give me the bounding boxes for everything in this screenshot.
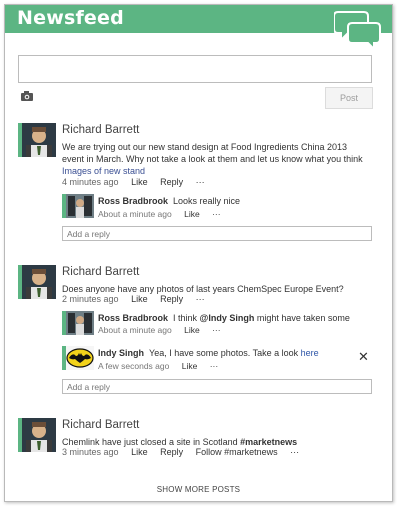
reply-button[interactable]: Reply bbox=[160, 294, 183, 304]
more-options-icon[interactable]: ··· bbox=[212, 325, 221, 335]
comment-text: Ross Bradbrook I think @Indy Singh might… bbox=[98, 313, 350, 323]
post-timestamp: 2 minutes ago bbox=[62, 294, 119, 304]
comment-timestamp: A few seconds ago bbox=[98, 361, 170, 371]
chat-bubbles-icon bbox=[334, 11, 381, 51]
like-button[interactable]: Like bbox=[131, 294, 148, 304]
page-title: Newsfeed bbox=[17, 7, 124, 29]
like-button[interactable]: Like bbox=[131, 177, 148, 187]
post-meta: 2 minutes ago Like Reply ··· bbox=[62, 294, 215, 304]
avatar[interactable] bbox=[62, 346, 94, 370]
post-timestamp: 4 minutes ago bbox=[62, 177, 119, 187]
person-avatar-icon bbox=[66, 194, 94, 218]
reply-input[interactable]: Add a reply bbox=[62, 379, 372, 394]
like-button[interactable]: Like bbox=[131, 447, 148, 457]
batman-logo-icon bbox=[66, 346, 94, 370]
person-avatar-icon bbox=[66, 311, 94, 335]
post-composer-input[interactable] bbox=[18, 55, 372, 83]
avatar[interactable] bbox=[62, 194, 94, 218]
comment-meta: About a minute ago Like ··· bbox=[98, 325, 231, 335]
post-timestamp: 3 minutes ago bbox=[62, 447, 119, 457]
post-author[interactable]: Richard Barrett bbox=[62, 124, 139, 136]
hashtag-link[interactable]: #marketnews bbox=[240, 437, 297, 447]
comment-meta: A few seconds ago Like ··· bbox=[98, 361, 228, 371]
comment-meta: About a minute ago Like ··· bbox=[98, 209, 231, 219]
newsfeed-panel: Newsfeed Post Richard Barrett We are try… bbox=[4, 4, 393, 502]
follow-hashtag-button[interactable]: Follow #marketnews bbox=[196, 447, 278, 457]
person-avatar-icon bbox=[22, 418, 56, 452]
comment-author[interactable]: Ross Bradbrook bbox=[98, 313, 168, 323]
comment-link[interactable]: here bbox=[301, 348, 319, 358]
show-more-posts-button[interactable]: SHOW MORE POSTS bbox=[5, 485, 392, 494]
avatar[interactable] bbox=[18, 265, 56, 299]
comment-author[interactable]: Ross Bradbrook bbox=[98, 196, 168, 206]
post-text: We are trying out our new stand design a… bbox=[62, 142, 363, 176]
reply-button[interactable]: Reply bbox=[160, 447, 183, 457]
camera-icon[interactable] bbox=[21, 91, 33, 101]
reply-input[interactable]: Add a reply bbox=[62, 226, 372, 241]
reply-button[interactable]: Reply bbox=[160, 177, 183, 187]
comment-text: Ross Bradbrook Looks really nice bbox=[98, 196, 241, 206]
like-button[interactable]: Like bbox=[184, 209, 200, 219]
post-button[interactable]: Post bbox=[325, 87, 373, 109]
comment-timestamp: About a minute ago bbox=[98, 325, 172, 335]
post-author[interactable]: Richard Barrett bbox=[62, 419, 139, 431]
post-author[interactable]: Richard Barrett bbox=[62, 266, 139, 278]
post-link[interactable]: Images of new stand bbox=[62, 166, 145, 176]
person-avatar-icon bbox=[22, 123, 56, 157]
more-options-icon[interactable]: ··· bbox=[290, 447, 299, 457]
comment-author[interactable]: Indy Singh bbox=[98, 348, 144, 358]
person-avatar-icon bbox=[22, 265, 56, 299]
more-options-icon[interactable]: ··· bbox=[212, 209, 221, 219]
more-options-icon[interactable]: ··· bbox=[210, 361, 219, 371]
post-meta: 4 minutes ago Like Reply ··· bbox=[62, 177, 215, 187]
avatar[interactable] bbox=[18, 418, 56, 452]
comment-text: Indy Singh Yea, I have some photos. Take… bbox=[98, 348, 319, 358]
like-button[interactable]: Like bbox=[184, 325, 200, 335]
avatar[interactable] bbox=[62, 311, 94, 335]
close-icon[interactable]: ✕ bbox=[358, 349, 369, 365]
mention-link[interactable]: @Indy Singh bbox=[200, 313, 255, 323]
avatar[interactable] bbox=[18, 123, 56, 157]
more-options-icon[interactable]: ··· bbox=[196, 177, 205, 187]
post-meta: 3 minutes ago Like Reply Follow #marketn… bbox=[62, 447, 309, 457]
like-button[interactable]: Like bbox=[182, 361, 198, 371]
comment-timestamp: About a minute ago bbox=[98, 209, 172, 219]
more-options-icon[interactable]: ··· bbox=[196, 294, 205, 304]
